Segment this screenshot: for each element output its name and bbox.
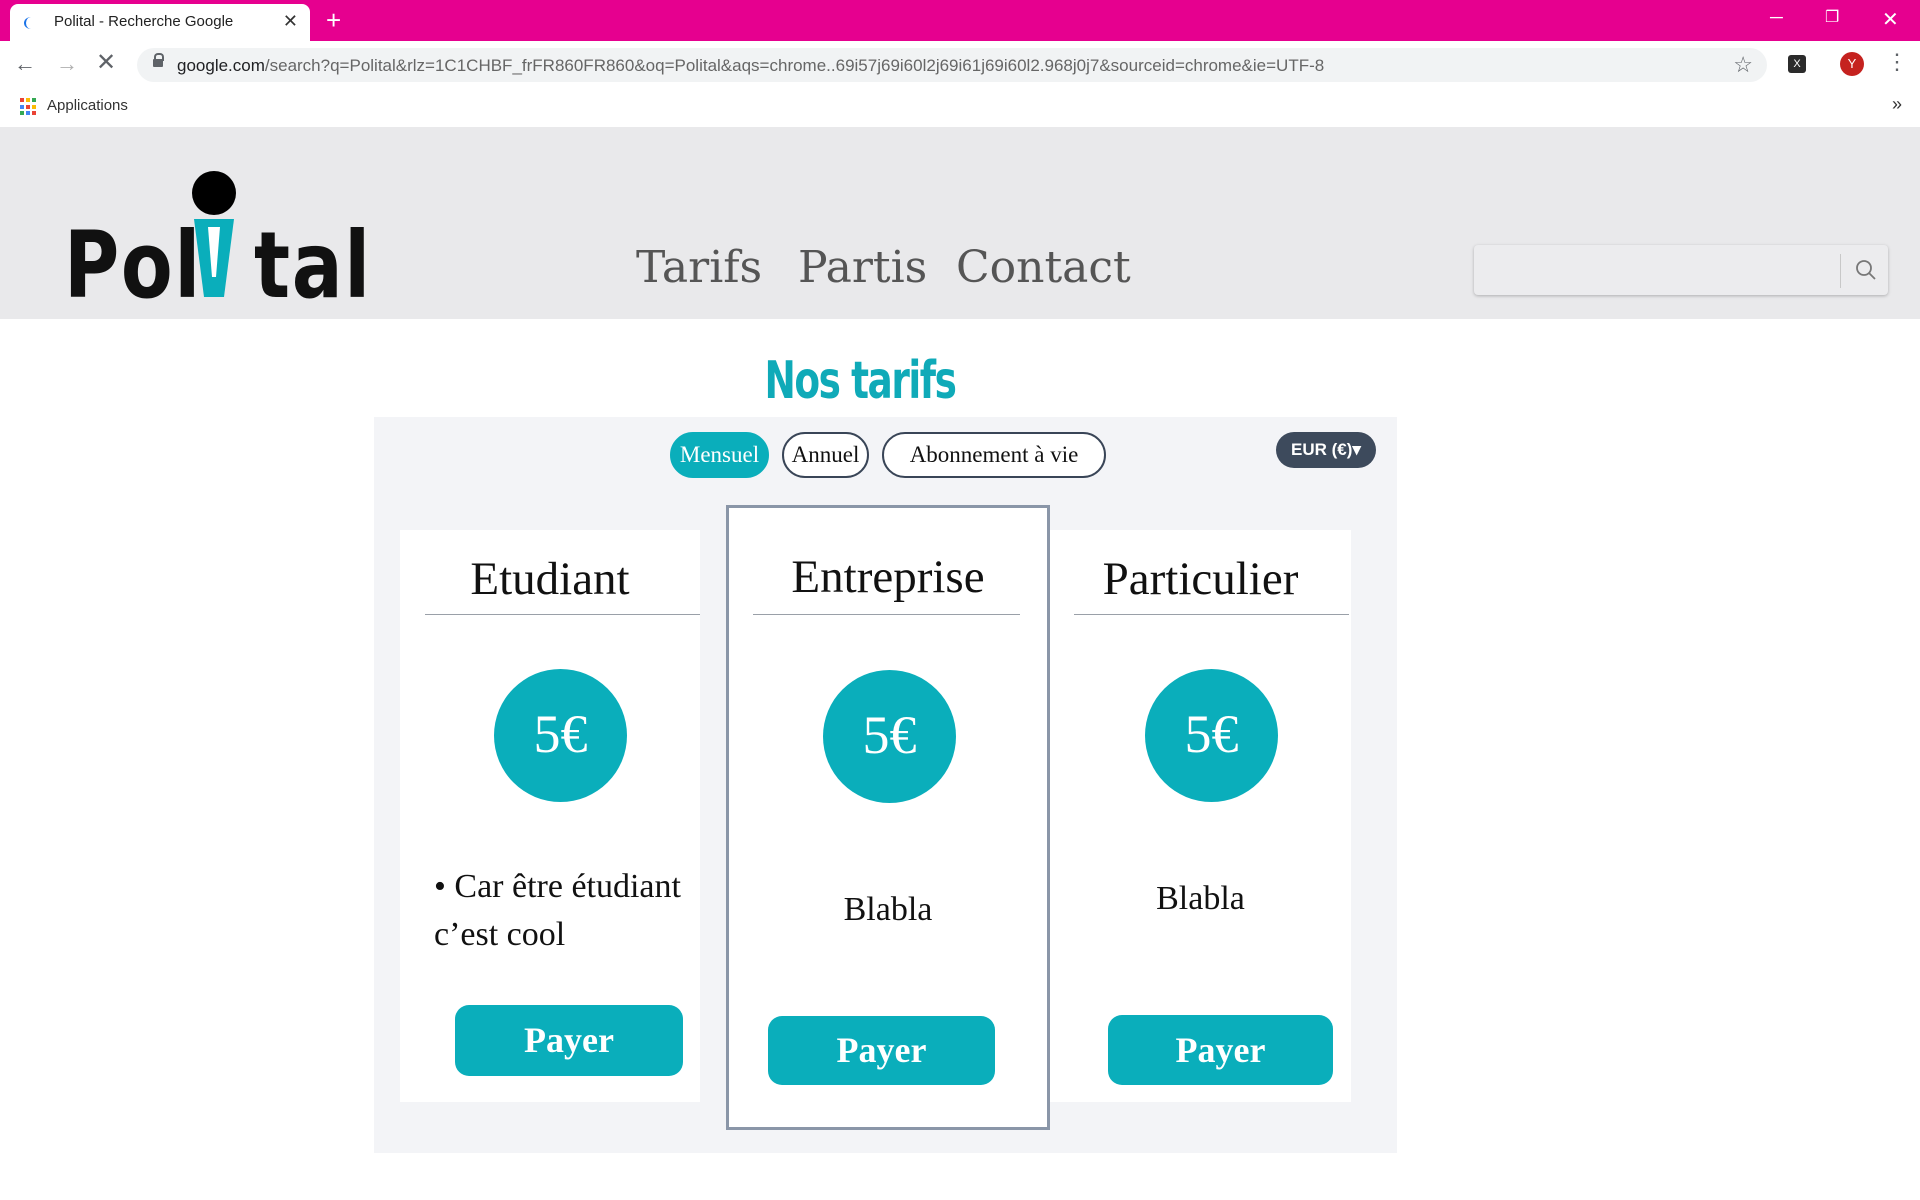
address-bar[interactable]: google.com/search?q=Polital&rlz=1C1CHBF_… (137, 48, 1767, 82)
restore-icon[interactable]: ❐ (1825, 7, 1839, 27)
bookmarks-bar: Applications » (0, 88, 1920, 126)
bookmark-applications[interactable]: Applications (47, 97, 128, 114)
url-text[interactable]: google.com/search?q=Polital&rlz=1C1CHBF_… (177, 56, 1324, 76)
extension-icon[interactable]: X (1788, 55, 1806, 73)
price-badge: 5€ (823, 670, 956, 803)
browser-titlebar: Polital - Recherche Google ✕ + ─ ❐ ✕ (0, 0, 1920, 41)
logo-text-right: tal (254, 212, 372, 319)
nav-contact[interactable]: Contact (956, 242, 1131, 293)
browser-tab[interactable]: Polital - Recherche Google ✕ (10, 4, 310, 41)
logo-tie-icon (194, 219, 234, 297)
new-tab-button[interactable]: + (326, 5, 341, 35)
loading-icon (24, 17, 38, 29)
polital-logo[interactable]: Pol tal (64, 171, 370, 316)
period-mensuel-button[interactable]: Mensuel (670, 432, 769, 478)
forward-arrow-icon[interactable]: → (56, 51, 78, 77)
search-input[interactable] (1474, 245, 1888, 295)
plan-description-line: c’est cool (434, 916, 566, 953)
plan-description: • Car être étudiant c’est cool (434, 863, 704, 959)
divider (425, 614, 700, 615)
stop-loading-icon[interactable]: ✕ (96, 48, 116, 77)
plan-description: Blabla (1156, 880, 1245, 917)
currency-dropdown[interactable]: EUR (€)▾ (1276, 432, 1376, 468)
plan-card-etudiant: Etudiant 5€ • Car être étudiant c’est co… (400, 530, 700, 1102)
plan-title: Etudiant (470, 553, 630, 605)
plan-card-entreprise: Entreprise 5€ Blabla Payer (726, 505, 1050, 1130)
plan-description-line: • Car être étudiant (434, 868, 681, 905)
plan-card-particulier: Particulier 5€ Blabla Payer (1050, 530, 1351, 1102)
nav-tarifs[interactable]: Tarifs (636, 242, 762, 293)
site-header: Pol tal Tarifs Partis Contact (0, 127, 1920, 319)
close-window-icon[interactable]: ✕ (1882, 7, 1899, 32)
divider (753, 614, 1020, 615)
logo-head-icon (192, 171, 236, 215)
search-icon[interactable] (1854, 258, 1878, 282)
price-badge: 5€ (494, 669, 627, 802)
pay-button-particulier[interactable]: Payer (1108, 1015, 1333, 1085)
back-arrow-icon[interactable]: ← (14, 51, 36, 77)
plan-description: Blabla (843, 891, 933, 928)
pricing-title: Nos tarifs (764, 351, 956, 411)
bookmark-star-icon[interactable]: ☆ (1733, 52, 1753, 78)
period-annuel-button[interactable]: Annuel (782, 432, 869, 478)
browser-menu-icon[interactable]: ⋮ (1886, 49, 1908, 75)
lock-icon (153, 53, 164, 67)
price-badge: 5€ (1145, 669, 1278, 802)
divider (1074, 614, 1349, 615)
close-tab-icon[interactable]: ✕ (283, 11, 298, 32)
pricing-panel: Mensuel Annuel Abonnement à vie EUR (€)▾… (374, 417, 1397, 1153)
browser-toolbar: ← → ✕ google.com/search?q=Polital&rlz=1C… (0, 41, 1920, 88)
tab-title: Polital - Recherche Google (54, 13, 234, 30)
pay-button-entreprise[interactable]: Payer (768, 1016, 995, 1085)
search-divider (1840, 254, 1841, 288)
pay-button-etudiant[interactable]: Payer (455, 1005, 683, 1076)
bookmarks-overflow-icon[interactable]: » (1892, 94, 1902, 115)
minimize-icon[interactable]: ─ (1770, 7, 1783, 28)
profile-avatar[interactable]: Y (1840, 52, 1864, 76)
plan-title: Entreprise (791, 551, 985, 603)
apps-grid-icon[interactable] (20, 98, 38, 116)
nav-partis[interactable]: Partis (798, 242, 927, 293)
plan-title: Particulier (1102, 553, 1299, 605)
period-lifetime-button[interactable]: Abonnement à vie (882, 432, 1106, 478)
logo-text-left: Pol (64, 212, 202, 319)
